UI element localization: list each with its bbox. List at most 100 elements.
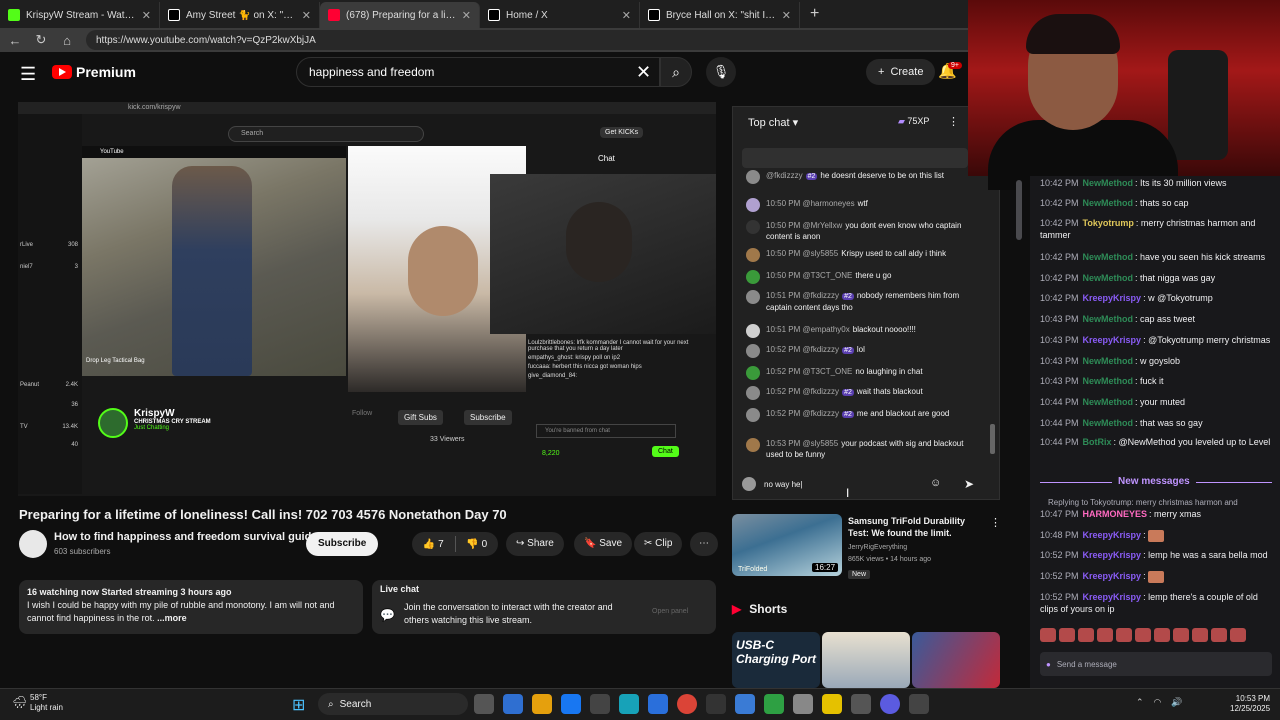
top-chat-dropdown[interactable]: Top chat ▾ bbox=[748, 116, 798, 129]
subscribe-button[interactable]: Subscribe bbox=[306, 532, 379, 556]
app-icon[interactable] bbox=[735, 694, 755, 714]
twitch-chat-line[interactable]: 10:44 PM NewMethod: that was so gay bbox=[1040, 417, 1272, 429]
chat-username[interactable]: BotRix bbox=[1083, 437, 1112, 447]
xp-points-badge[interactable]: ▰ 75XP bbox=[898, 116, 929, 127]
chat-username[interactable]: KreepyKrispy bbox=[1083, 293, 1142, 303]
twitch-chat-line[interactable]: 10:43 PM KreepyKrispy: @Tokyotrump merry … bbox=[1040, 334, 1272, 346]
chat-message[interactable]: 10:50 PM @sly5855 Krispy used to call ald… bbox=[746, 248, 974, 262]
chat-username[interactable]: KreepyKrispy bbox=[1083, 335, 1142, 345]
chevron-up-icon[interactable]: ⌃ bbox=[1136, 697, 1144, 708]
chat-message[interactable]: 10:52 PM @T3CT_ONE no laughing in chat bbox=[746, 366, 974, 380]
save-button[interactable]: 🔖 Save bbox=[574, 532, 633, 556]
chat-username[interactable]: NewMethod bbox=[1083, 273, 1134, 283]
twitch-chat-line[interactable]: 10:42 PM Tokyotrump: merry christmas harm… bbox=[1040, 217, 1272, 241]
more-actions-button[interactable]: ⋯ bbox=[690, 532, 718, 556]
hamburger-menu-icon[interactable]: ☰ bbox=[20, 64, 36, 85]
description-more-link[interactable]: ...more bbox=[157, 613, 187, 623]
chat-username[interactable]: NewMethod bbox=[1083, 178, 1134, 188]
taskbar-clock[interactable]: 10:53 PM 12/25/2025 bbox=[1230, 694, 1270, 714]
chat-message[interactable]: @fkdizzzy #2 he doesnt deserve to be on th… bbox=[746, 170, 974, 184]
weather-widget[interactable]: 58°F Light rain bbox=[30, 693, 63, 713]
app-icon[interactable] bbox=[909, 694, 929, 714]
close-tab-icon[interactable]: ✕ bbox=[142, 9, 151, 22]
create-button[interactable]: + Create bbox=[866, 59, 936, 85]
chat-username[interactable]: KreepyKrispy bbox=[1083, 530, 1142, 540]
app-icon[interactable] bbox=[503, 694, 523, 714]
chat-username[interactable]: NewMethod bbox=[1083, 314, 1134, 324]
search-button[interactable]: ⌕ bbox=[660, 57, 692, 87]
close-tab-icon[interactable]: ✕ bbox=[782, 9, 791, 22]
chat-username[interactable]: NewMethod bbox=[1083, 252, 1134, 262]
short-thumbnail[interactable] bbox=[822, 632, 910, 688]
app-icon[interactable] bbox=[590, 694, 610, 714]
chat-message[interactable]: 10:51 PM @empathy0x blackout noooo!!!! bbox=[746, 324, 974, 338]
chat-username[interactable]: NewMethod bbox=[1083, 356, 1134, 366]
back-icon[interactable]: ← bbox=[8, 33, 22, 48]
browser-tab-kick[interactable]: KrispyW Stream - Watch Live on K ✕ bbox=[0, 2, 160, 28]
twitch-chat-line[interactable]: 10:52 PM KreepyKrispy: bbox=[1040, 570, 1272, 583]
chat-username[interactable]: NewMethod bbox=[1083, 418, 1134, 428]
clear-search-icon[interactable]: ✕ bbox=[636, 62, 651, 83]
twitch-chat-line[interactable]: 10:42 PM KreepyKrispy: w @Tokyotrump bbox=[1040, 292, 1272, 304]
twitch-chat-line[interactable]: 10:44 PM NewMethod: your muted bbox=[1040, 396, 1272, 408]
app-icon[interactable] bbox=[561, 694, 581, 714]
chat-username[interactable]: Tokyotrump bbox=[1083, 218, 1134, 228]
twitch-chat-line[interactable]: 10:47 PM HARMONEYES: merry xmas bbox=[1040, 508, 1272, 520]
youtube-premium-logo[interactable]: Premium bbox=[52, 64, 136, 80]
new-tab-button[interactable]: + bbox=[800, 2, 829, 28]
chat-scrollbar[interactable] bbox=[990, 424, 995, 454]
twitch-chat-line[interactable]: 10:42 PM NewMethod: that nigga was gay bbox=[1040, 272, 1272, 284]
description-box[interactable]: 16 watching now Started streaming 3 hour… bbox=[19, 580, 363, 634]
url-input[interactable]: https://www.youtube.com/watch?v=QzP2kwXb… bbox=[86, 30, 1116, 50]
chat-username[interactable]: KreepyKrispy bbox=[1083, 592, 1142, 602]
chat-username[interactable]: NewMethod bbox=[1083, 376, 1134, 386]
app-icon[interactable] bbox=[706, 694, 726, 714]
windows-start-icon[interactable]: ⊞ bbox=[292, 695, 305, 715]
browser-tab-x-home[interactable]: Home / X ✕ bbox=[480, 2, 640, 28]
video-options-icon[interactable]: ⋮ bbox=[990, 516, 1001, 529]
pinned-message-banner[interactable] bbox=[742, 148, 968, 168]
twitch-chat-line[interactable]: 10:42 PM NewMethod: Its its 30 million vi… bbox=[1040, 177, 1272, 189]
short-thumbnail[interactable]: USB-C Charging Port bbox=[732, 632, 820, 688]
home-icon[interactable]: ⌂ bbox=[60, 33, 74, 48]
browser-tab-youtube[interactable]: (678) Preparing for a lifetime ✕ bbox=[320, 2, 480, 28]
recommended-channel[interactable]: JerryRigEverything bbox=[848, 544, 907, 551]
twitch-chat-line[interactable]: 10:43 PM NewMethod: w goyslob bbox=[1040, 355, 1272, 367]
emoji-icon[interactable]: ☺ bbox=[930, 477, 941, 489]
twitch-chat-line[interactable]: 10:42 PM NewMethod: thats so cap bbox=[1040, 197, 1272, 209]
close-tab-icon[interactable]: ✕ bbox=[622, 9, 631, 22]
chat-username[interactable]: HARMONEYES bbox=[1083, 509, 1148, 519]
chat-message[interactable]: 10:52 PM @fkdizzzy #2 wait thats blackout bbox=[746, 386, 974, 400]
app-icon[interactable] bbox=[474, 694, 494, 714]
close-tab-icon[interactable]: ✕ bbox=[462, 9, 471, 22]
chat-username[interactable]: NewMethod bbox=[1083, 198, 1134, 208]
channel-avatar[interactable] bbox=[19, 530, 47, 558]
microphone-icon[interactable]: 🎙 bbox=[706, 57, 736, 87]
twitch-chat-line[interactable]: 10:52 PM KreepyKrispy: lemp he was a sara… bbox=[1040, 549, 1272, 561]
recommended-video-title[interactable]: Samsung TriFold Durability Test: We foun… bbox=[848, 515, 982, 539]
clip-button[interactable]: ✂ Clip bbox=[634, 532, 683, 556]
close-tab-icon[interactable]: ✕ bbox=[302, 9, 311, 22]
twitch-chat-line[interactable]: 10:42 PM NewMethod: have you seen his kic… bbox=[1040, 251, 1272, 263]
chat-username[interactable]: NewMethod bbox=[1083, 397, 1134, 407]
twitch-chat-line[interactable]: 10:48 PM KreepyKrispy: bbox=[1040, 529, 1272, 542]
open-panel-button[interactable]: Open panel bbox=[652, 608, 688, 615]
chat-message[interactable]: 10:52 PM @fkdizzzy #2 me and blackout are … bbox=[746, 408, 974, 422]
app-icon[interactable] bbox=[880, 694, 900, 714]
chat-message[interactable]: 10:52 PM @fkdizzzy #2 lol bbox=[746, 344, 974, 358]
edge-icon[interactable] bbox=[619, 694, 639, 714]
app-icon[interactable] bbox=[793, 694, 813, 714]
app-icon[interactable] bbox=[851, 694, 871, 714]
search-input[interactable]: happiness and freedom bbox=[296, 57, 660, 87]
video-player[interactable]: kick.com/krispyw rLive 308 niel7 3 Peanut 2… bbox=[18, 102, 716, 496]
chat-message[interactable]: 10:53 PM @sly5855 your podcast with sig a… bbox=[746, 438, 974, 460]
send-icon[interactable]: ➤ bbox=[964, 477, 974, 491]
chat-message[interactable]: 10:50 PM @harmoneyes wtf bbox=[746, 198, 974, 212]
channel-name[interactable]: How to find happiness and freedom surviv… bbox=[54, 531, 317, 543]
app-icon[interactable] bbox=[648, 694, 668, 714]
app-icon[interactable] bbox=[764, 694, 784, 714]
twitch-chat-line[interactable]: 10:44 PM BotRix: @NewMethod you leveled u… bbox=[1040, 436, 1272, 448]
scrollbar[interactable] bbox=[1016, 180, 1022, 240]
twitch-chat-line[interactable]: 10:52 PM KreepyKrispy: lemp there's a cou… bbox=[1040, 591, 1272, 615]
chat-message-input[interactable]: no way he| bbox=[764, 480, 803, 489]
